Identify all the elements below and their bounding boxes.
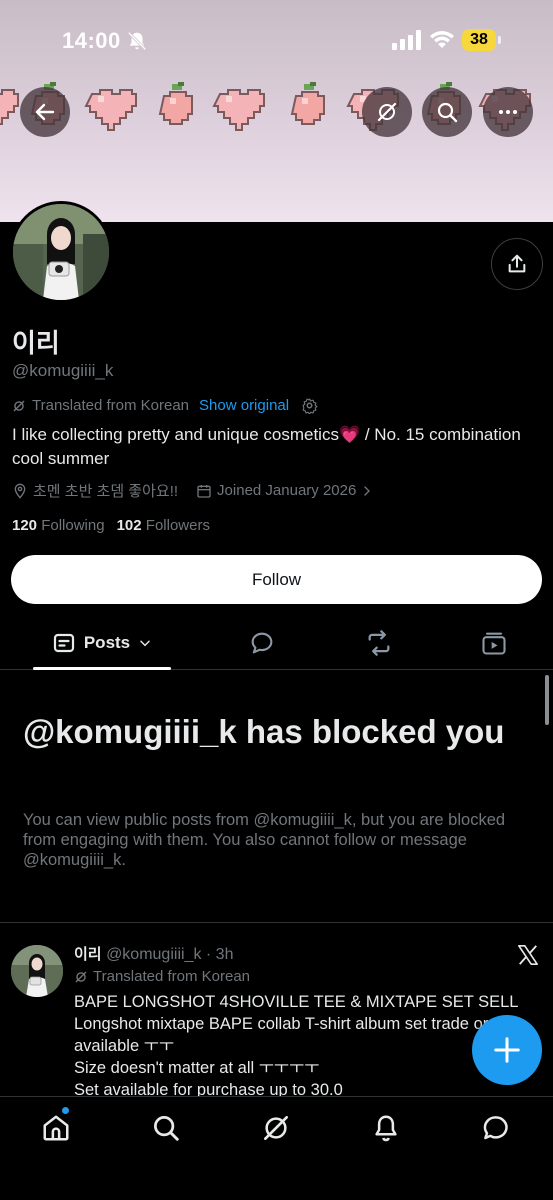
blocked-description: You can view public posts from @komugiii… [23, 811, 506, 869]
grok-icon [264, 1116, 288, 1140]
calendar-icon [197, 484, 211, 498]
media-icon [482, 632, 506, 655]
back-button[interactable] [20, 87, 70, 137]
nav-notifications[interactable] [369, 1111, 403, 1145]
posts-icon [53, 633, 74, 653]
gear-icon[interactable] [301, 397, 318, 414]
nav-home[interactable] [39, 1111, 73, 1145]
x-logo-icon [518, 945, 538, 965]
search-button[interactable] [422, 87, 472, 137]
wifi-icon [430, 31, 454, 48]
search-icon [437, 102, 458, 123]
nav-messages[interactable] [479, 1111, 513, 1145]
cellular-signal-icon [392, 30, 421, 50]
post-time[interactable]: 3h [216, 946, 234, 963]
show-original-link[interactable]: Show original [199, 397, 289, 414]
followers-count: 102 [116, 517, 142, 534]
grok-icon [75, 971, 87, 982]
following-count: 120 [12, 517, 38, 534]
translated-label: Translated from Korean [32, 397, 190, 414]
active-tab-indicator [33, 667, 171, 670]
battery-level: 38 [462, 29, 496, 51]
home-notification-dot [62, 1107, 69, 1114]
grok-icon [13, 400, 25, 411]
battery-tip [498, 36, 501, 44]
tab-media[interactable] [472, 616, 516, 670]
location-text: 초멘 초반 초뎀 좋아요!! [33, 483, 179, 500]
post-author-name[interactable]: 이리 [74, 945, 102, 963]
more-options-button[interactable] [483, 87, 533, 137]
section-divider [0, 922, 553, 923]
search-icon [154, 1116, 179, 1141]
joined-item[interactable]: Joined January 2026 [196, 482, 373, 499]
profile-bio: I like collecting pretty and unique cosm… [12, 423, 532, 471]
status-time: 14:00 [62, 28, 121, 53]
reply-bubble-icon [251, 632, 273, 654]
post-author-avatar[interactable] [11, 945, 63, 997]
share-profile-button[interactable] [491, 238, 543, 290]
plus-icon [494, 1037, 520, 1063]
profile-tabs: Posts [0, 616, 553, 670]
silent-mode-icon [127, 31, 147, 51]
bio-heart-emoji: 💗 [338, 425, 361, 444]
profile-avatar[interactable] [10, 201, 112, 303]
avatar-photo [13, 204, 109, 300]
post-translated-label: Translated from Korean [93, 968, 251, 985]
grok-icon [377, 102, 397, 122]
chat-icon [483, 1116, 508, 1140]
following-link[interactable]: 120 Following [12, 517, 105, 534]
profile-handle: @komugiiii_k [12, 361, 114, 380]
share-icon [508, 254, 526, 273]
blocked-title: @komugiiii_k has blocked you [23, 713, 505, 750]
post-header: 이리 @komugiiii_k · 3h [74, 943, 233, 964]
followers-label: Followers [145, 517, 210, 534]
profile-meta: 초멘 초반 초뎀 좋아요!! Joined January 2026 [12, 480, 391, 501]
followers-link[interactable]: 102 Followers [117, 517, 210, 534]
location-pin-icon [14, 483, 26, 499]
more-icon [499, 110, 517, 114]
post-separator: · [201, 946, 216, 963]
chevron-down-icon [140, 640, 150, 647]
profile-display-name: 이리 [12, 329, 60, 359]
compose-post-button[interactable] [472, 1015, 542, 1085]
location-item: 초멘 초반 초뎀 좋아요!! [12, 480, 178, 501]
post-avatar-photo [11, 945, 63, 997]
bio-text-1: I like collecting pretty and unique cosm… [12, 425, 339, 444]
arrow-left-icon [35, 103, 55, 121]
status-bar: 14:00 38 [0, 0, 553, 80]
tab-posts[interactable]: Posts [33, 616, 171, 670]
following-label: Following [41, 517, 105, 534]
follow-counts: 120 Following 102 Followers [12, 517, 210, 534]
post-author-handle[interactable]: @komugiiii_k [106, 946, 201, 963]
post-translation-row: Translated from Korean [74, 968, 250, 985]
nav-search[interactable] [149, 1111, 183, 1145]
joined-text: Joined January 2026 [217, 482, 357, 499]
home-icon [43, 1115, 69, 1141]
chevron-right-icon [364, 485, 371, 496]
grok-button[interactable] [362, 87, 412, 137]
nav-grok[interactable] [259, 1111, 293, 1145]
follow-button[interactable]: Follow [11, 555, 542, 604]
bio-translation-row: Translated from Korean Show original [12, 397, 318, 414]
battery-indicator: 38 [462, 29, 502, 51]
scrollbar-thumb[interactable] [545, 675, 549, 725]
repost-icon [368, 630, 390, 656]
tab-reposts[interactable] [357, 616, 401, 670]
tab-replies[interactable] [240, 616, 284, 670]
bell-icon [375, 1115, 397, 1142]
tab-posts-label: Posts [83, 633, 131, 652]
